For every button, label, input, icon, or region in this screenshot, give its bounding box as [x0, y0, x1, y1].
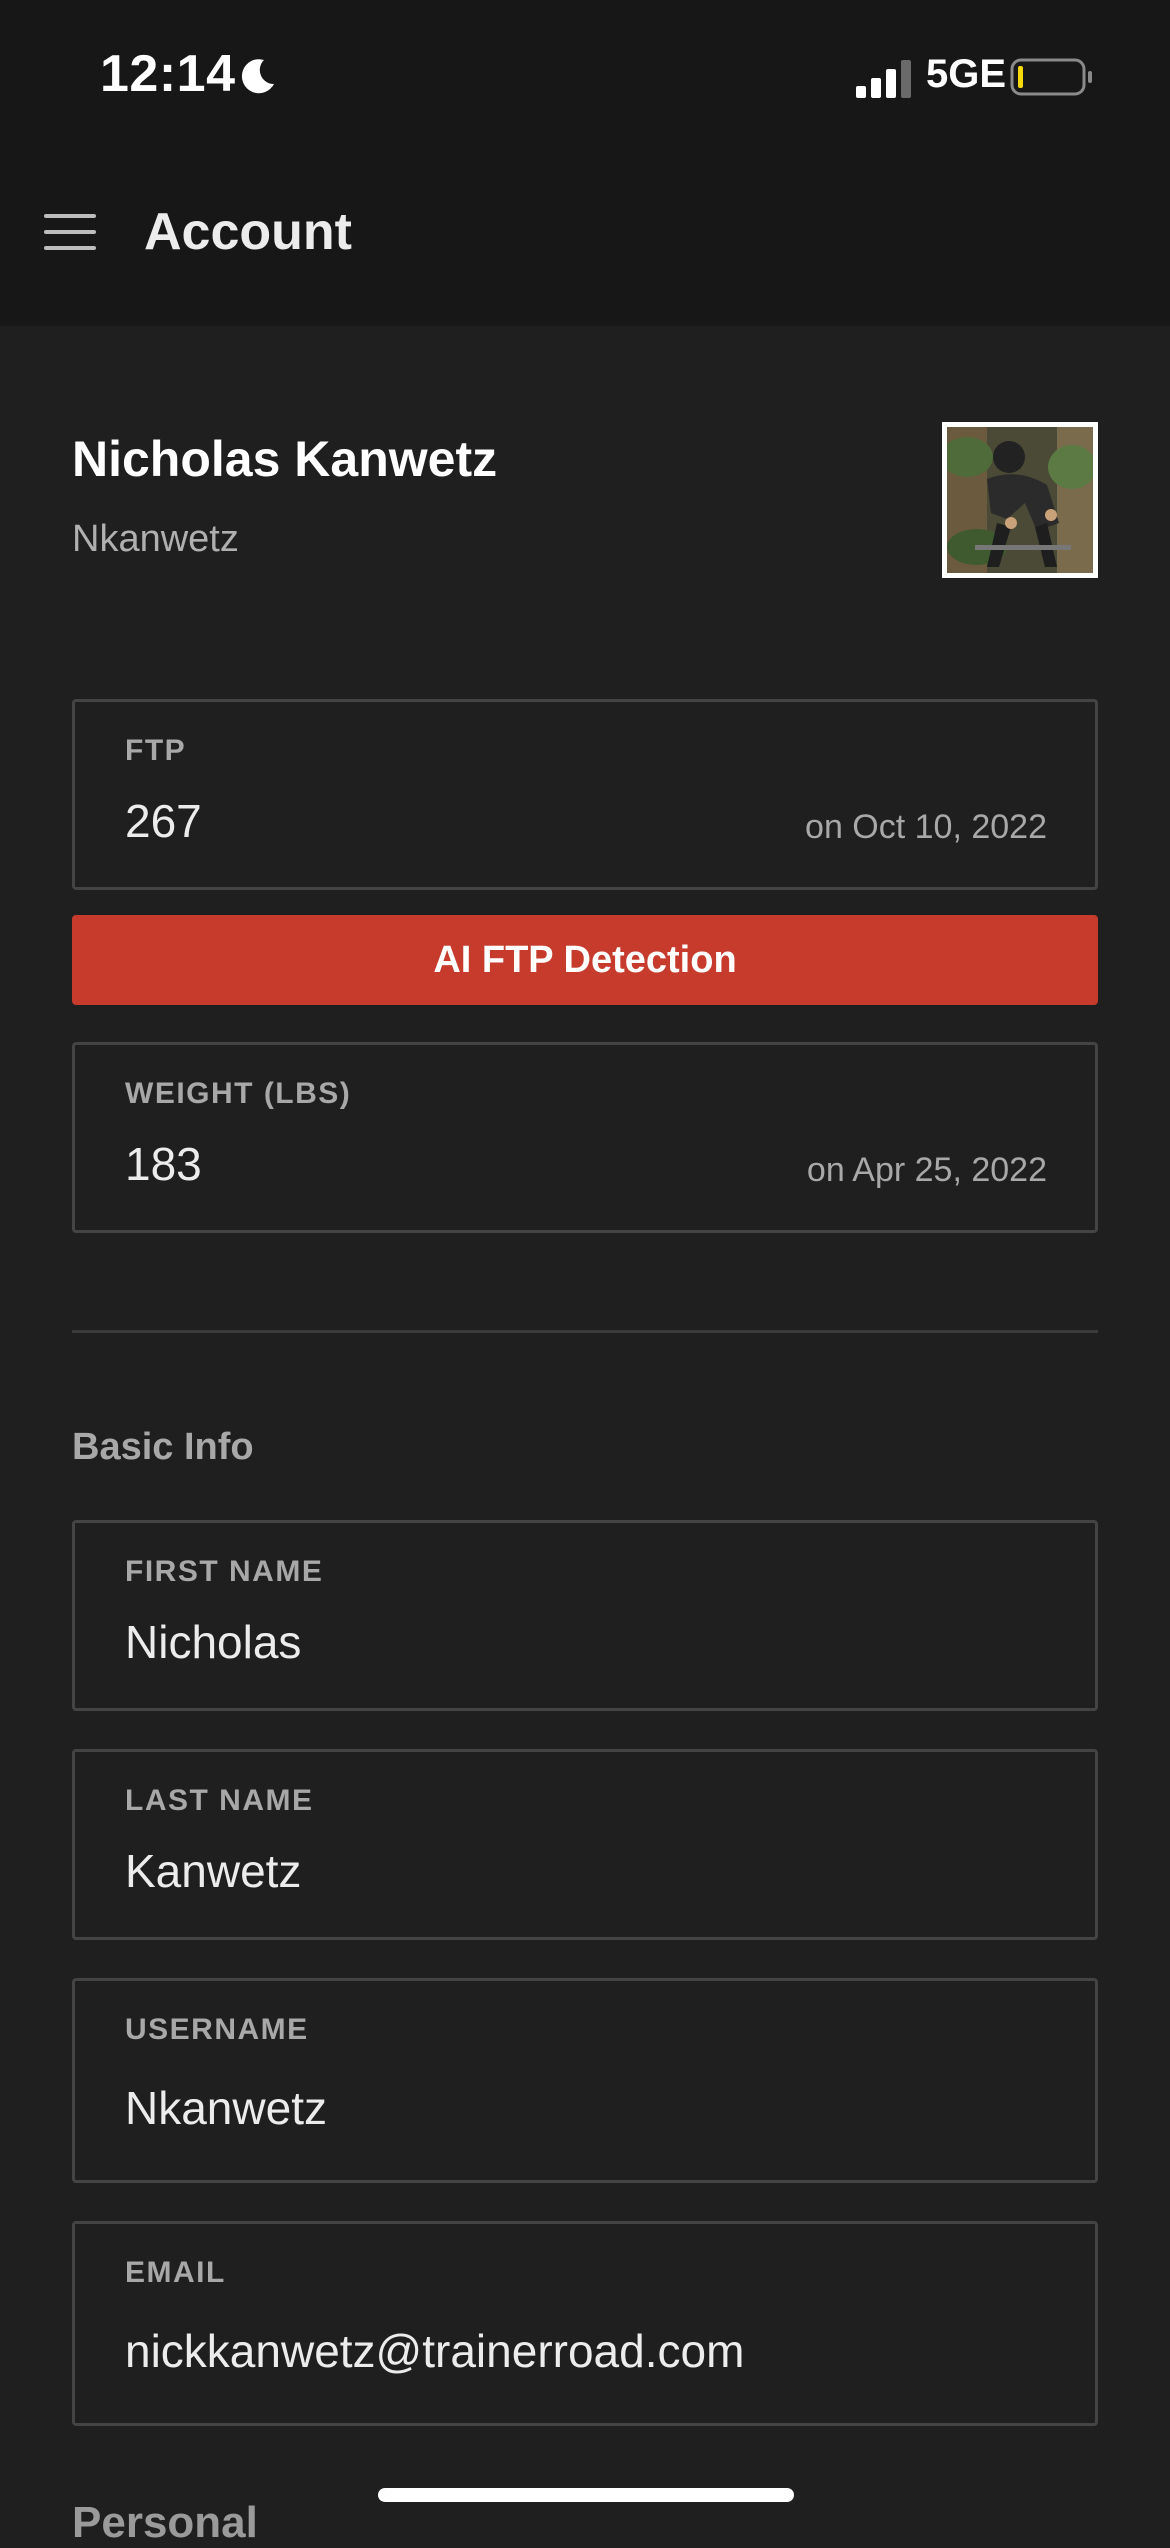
home-indicator[interactable]	[378, 2488, 794, 2502]
ftp-value: 267	[125, 795, 202, 847]
email-value: nickkanwetz@trainerroad.com	[125, 2325, 745, 2377]
first-name-field[interactable]: FIRST NAME Nicholas	[72, 1520, 1098, 1711]
weight-field[interactable]: WEIGHT (LBS) 183 on Apr 25, 2022	[72, 1042, 1098, 1233]
weight-label: WEIGHT (LBS)	[125, 1077, 352, 1110]
first-name-label: FIRST NAME	[125, 1555, 324, 1588]
hamburger-menu-icon[interactable]	[44, 210, 98, 254]
app-header: Account	[0, 150, 1170, 326]
profile-name: Nicholas Kanwetz	[72, 431, 498, 487]
weight-date: on Apr 25, 2022	[806, 1151, 1047, 1189]
avatar-photo	[947, 427, 1093, 573]
ftp-label: FTP	[125, 734, 187, 767]
page-title: Account	[144, 203, 352, 261]
ftp-date: on Oct 10, 2022	[805, 808, 1047, 846]
username-field[interactable]: USERNAME Nkanwetz	[72, 1978, 1098, 2183]
username-label: USERNAME	[125, 2013, 309, 2046]
last-name-field[interactable]: LAST NAME Kanwetz	[72, 1749, 1098, 1940]
last-name-label: LAST NAME	[125, 1784, 314, 1817]
network-label: 5GE	[926, 52, 1007, 96]
moon-icon	[241, 59, 274, 94]
username-value: Nkanwetz	[125, 2082, 327, 2134]
basic-info-heading: Basic Info	[72, 1426, 254, 1468]
profile-username: Nkanwetz	[72, 518, 239, 560]
ftp-field[interactable]: FTP 267 on Oct 10, 2022	[72, 699, 1098, 890]
ai-ftp-detection-button[interactable]: AI FTP Detection	[72, 915, 1098, 1005]
battery-icon	[1010, 58, 1092, 96]
personal-section-heading: Personal	[72, 2498, 258, 2547]
status-bar: 12:14 5GE	[0, 0, 1170, 150]
email-field[interactable]: EMAIL nickkanwetz@trainerroad.com	[72, 2221, 1098, 2426]
email-label: EMAIL	[125, 2256, 226, 2289]
first-name-value: Nicholas	[125, 1616, 302, 1668]
status-time: 12:14	[100, 45, 236, 103]
avatar[interactable]	[942, 422, 1098, 578]
section-divider	[72, 1330, 1098, 1333]
last-name-value: Kanwetz	[125, 1845, 302, 1897]
weight-value: 183	[125, 1138, 202, 1190]
signal-icon	[856, 60, 911, 98]
